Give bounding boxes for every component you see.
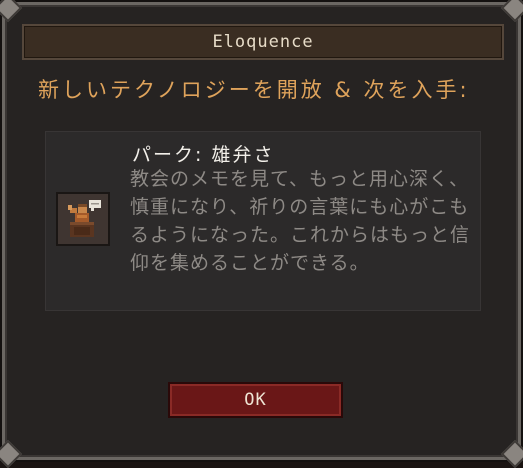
- perk-unlock-dialog: Eloquence 新しいテクノロジーを開放 & 次を入手: パーク: 雄弁さ …: [0, 0, 523, 468]
- ok-button[interactable]: OK: [168, 382, 343, 418]
- dialog-title: Eloquence: [212, 32, 314, 52]
- dialog-title-bar: Eloquence: [22, 24, 504, 60]
- orator-podium-icon: [56, 192, 110, 246]
- frame-corner-rivet: [0, 0, 23, 23]
- frame-corner-rivet: [500, 0, 523, 23]
- unlock-heading: 新しいテクノロジーを開放 & 次を入手:: [38, 78, 470, 102]
- ok-button-label: OK: [244, 390, 267, 410]
- perk-title: パーク: 雄弁さ: [132, 144, 275, 166]
- perk-panel: パーク: 雄弁さ 教会のメモを見て、もっと用心深く、慎重になり、祈りの言葉にも心…: [45, 131, 481, 311]
- frame-corner-rivet: [0, 439, 23, 468]
- perk-description: 教会のメモを見て、もっと用心深く、慎重になり、祈りの言葉にも心がこもるようになっ…: [130, 168, 471, 274]
- frame-corner-rivet: [500, 439, 523, 468]
